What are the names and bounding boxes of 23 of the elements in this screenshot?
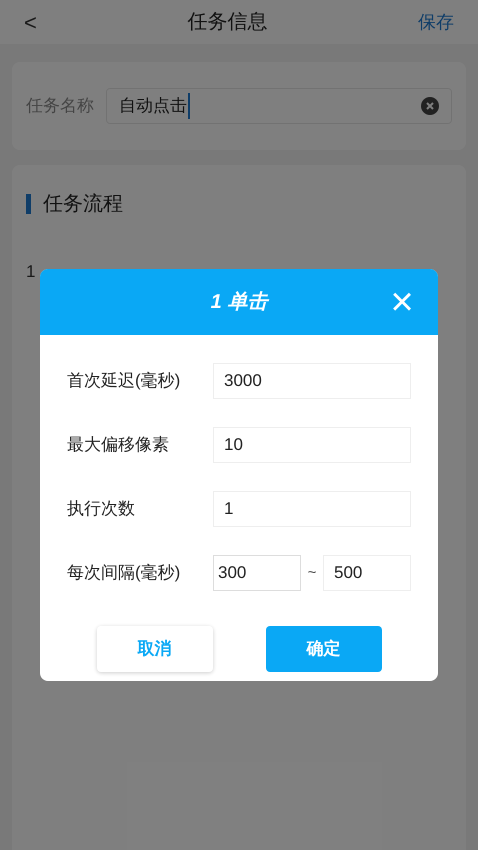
min-input[interactable]: 300 bbox=[213, 555, 301, 591]
task-name-field[interactable]: 自动点击 bbox=[106, 88, 452, 124]
field-label: 每次间隔(毫秒) bbox=[67, 562, 182, 584]
clear-icon[interactable] bbox=[421, 97, 439, 115]
step-index: 1 bbox=[26, 261, 36, 283]
close-button[interactable]: × bbox=[386, 286, 418, 318]
confirm-button[interactable]: 确定 bbox=[266, 626, 382, 672]
section-marker bbox=[26, 194, 31, 214]
field-label: 首次延迟(毫秒) bbox=[67, 370, 182, 392]
value-input[interactable]: 3000 bbox=[213, 363, 411, 399]
range-separator: ~ bbox=[306, 562, 318, 583]
page-title: 任务信息 bbox=[187, 10, 268, 35]
value-input[interactable]: 1 bbox=[213, 491, 411, 527]
dialog-title: 1 单击 bbox=[210, 290, 268, 315]
value-input[interactable]: 10 bbox=[213, 427, 411, 463]
field-label: 执行次数 bbox=[67, 498, 136, 520]
cancel-button[interactable]: 取消 bbox=[96, 626, 212, 672]
back-button[interactable]: < bbox=[24, 6, 37, 38]
save-button[interactable]: 保存 bbox=[418, 8, 454, 36]
max-input[interactable]: 500 bbox=[323, 555, 411, 591]
section-title: 任务流程 bbox=[43, 192, 123, 217]
field-label: 最大偏移像素 bbox=[67, 434, 170, 456]
task-name-label: 任务名称 bbox=[26, 95, 94, 118]
